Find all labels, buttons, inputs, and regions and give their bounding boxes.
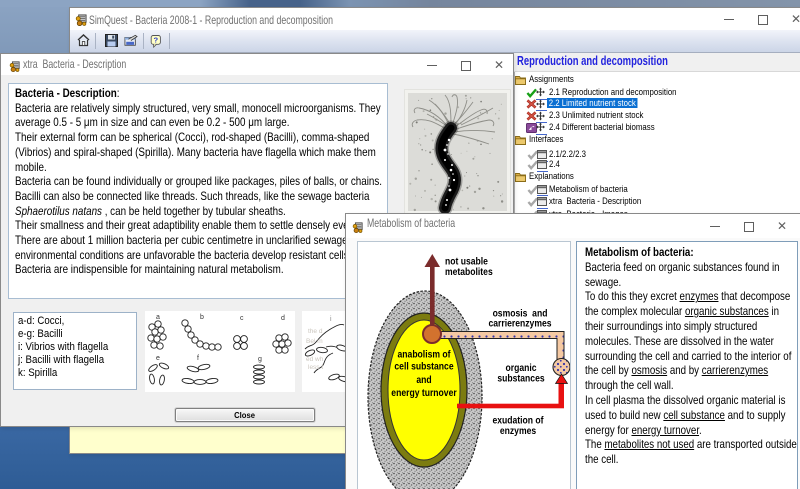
svg-text:g: g [258, 356, 262, 363]
svg-text:d: d [281, 315, 285, 322]
svg-text:ed wh: ed wh [306, 356, 324, 363]
svg-text:e: e [156, 355, 160, 362]
svg-text:carrierenzymes: carrierenzymes [488, 318, 551, 329]
svg-text:energy turnover: energy turnover [391, 388, 457, 399]
svg-text:exudation of: exudation of [492, 415, 544, 426]
svg-text:substances: substances [497, 373, 544, 384]
svg-text:anabolism of: anabolism of [398, 349, 452, 360]
svg-text:and: and [416, 375, 432, 386]
svg-text:organic: organic [505, 363, 536, 374]
svg-text:cell substance: cell substance [394, 361, 453, 372]
svg-text:the d: the d [308, 328, 323, 335]
svg-text:less t: less t [308, 364, 323, 371]
svg-text:metabolites: metabolites [445, 267, 493, 278]
svg-text:b: b [200, 314, 204, 321]
svg-text:Bel m: Bel m [306, 338, 323, 345]
svg-text:enzymes: enzymes [500, 426, 536, 437]
svg-text:i: i [330, 316, 332, 323]
svg-text:?: ? [153, 36, 158, 45]
svg-text:not usable: not usable [445, 256, 488, 267]
svg-text:c: c [240, 315, 244, 322]
svg-text:osmosis and: osmosis and [493, 308, 548, 319]
svg-text:a: a [156, 314, 160, 321]
svg-text:f: f [197, 355, 199, 362]
